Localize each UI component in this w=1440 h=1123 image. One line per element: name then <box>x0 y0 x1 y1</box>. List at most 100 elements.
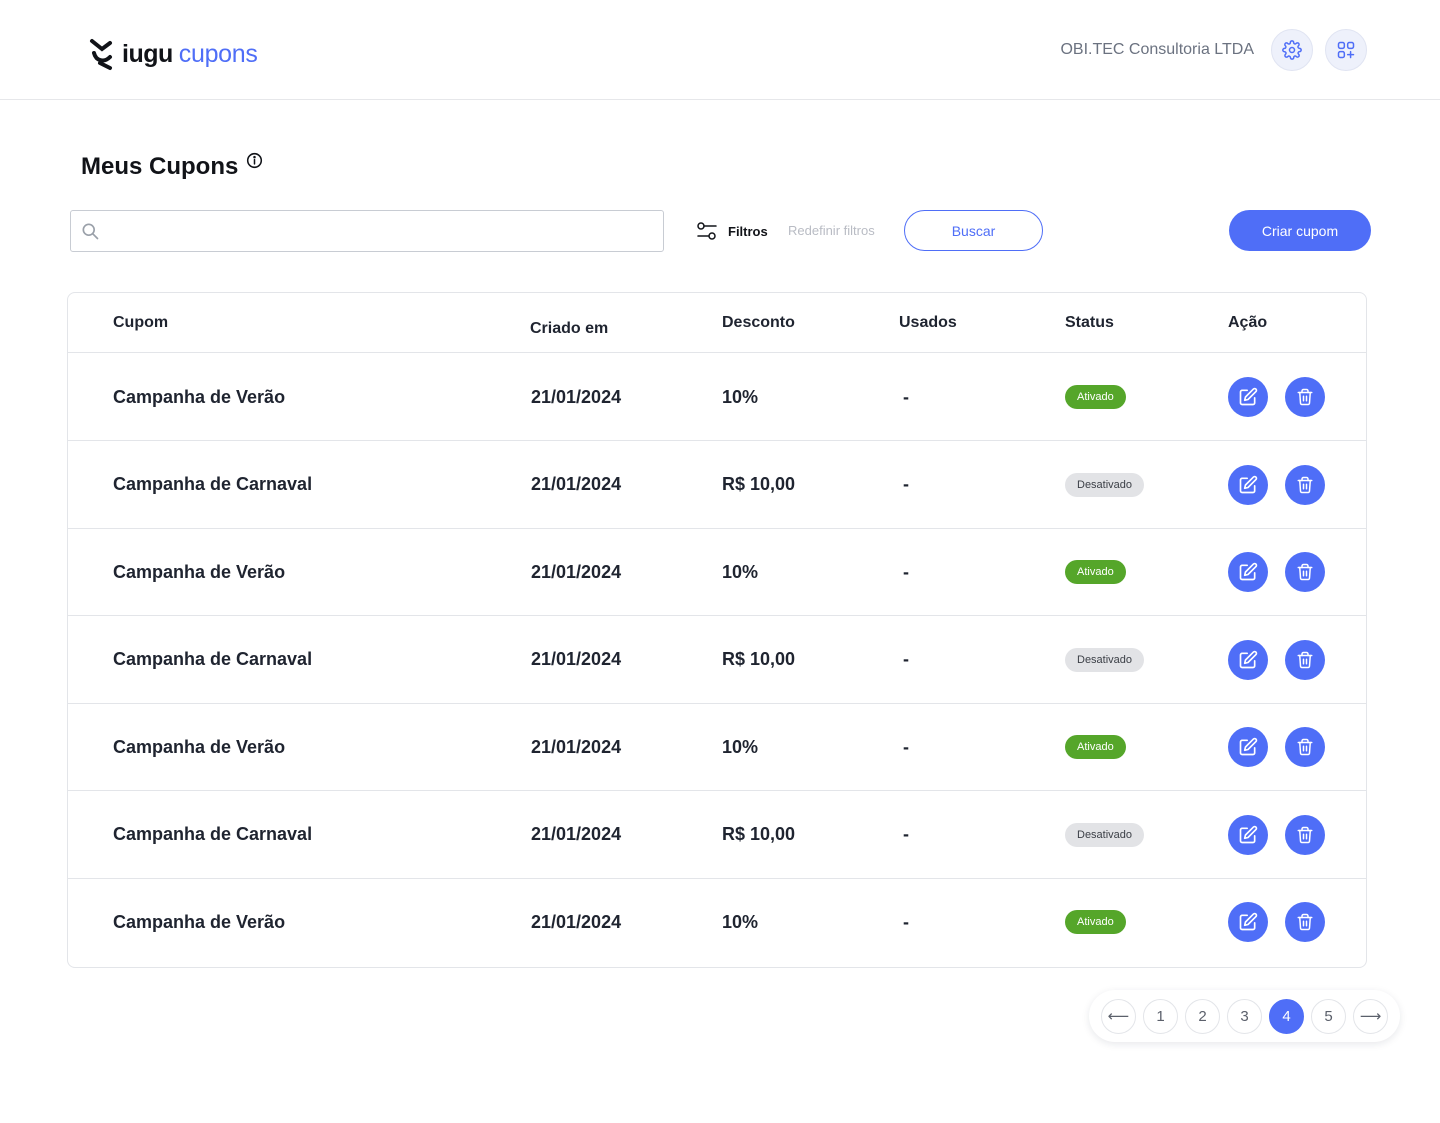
sliders-icon <box>697 222 717 240</box>
status-badge: Ativado <box>1065 385 1126 409</box>
iugu-logo-icon <box>90 39 112 70</box>
edit-button[interactable] <box>1228 464 1268 505</box>
page-button-3[interactable]: 3 <box>1227 998 1262 1034</box>
coupon-discount: 10% <box>722 386 759 407</box>
edit-icon <box>1239 650 1258 668</box>
status-badge: Desativado <box>1065 472 1145 497</box>
edit-icon <box>1239 387 1258 406</box>
status-cell: Desativado <box>1065 791 1145 879</box>
logo-text: iugu <box>122 39 173 68</box>
edit-button[interactable] <box>1228 727 1268 767</box>
table-row: Campanha de Verão 21/01/2024 10% - Ativado <box>68 528 1366 616</box>
edit-button[interactable] <box>1228 552 1268 592</box>
column-header-cupom: Cupom <box>113 314 169 331</box>
trash-icon <box>1297 913 1313 931</box>
actions-cell <box>1228 441 1342 529</box>
coupon-created-date: 21/01/2024 <box>531 824 622 844</box>
delete-button[interactable] <box>1285 377 1325 417</box>
edit-icon <box>1239 562 1258 581</box>
coupon-discount: R$ 10,00 <box>722 824 796 844</box>
search-box[interactable] <box>70 210 664 252</box>
column-header-criado-em: Criado em <box>530 320 609 337</box>
filters-label: Filtros <box>728 223 768 239</box>
column-header-usados: Usados <box>899 314 957 331</box>
settings-button[interactable] <box>1271 29 1313 71</box>
pagination: ⟵ 12345 ⟶ <box>1089 990 1400 1042</box>
coupon-name: Campanha de Verão <box>113 561 286 582</box>
edit-button[interactable] <box>1228 902 1268 942</box>
delete-button[interactable] <box>1285 902 1325 942</box>
delete-button[interactable] <box>1285 639 1325 680</box>
table-row: Campanha de Verão 21/01/2024 10% - Ativado <box>68 878 1366 966</box>
create-coupon-button[interactable]: Criar cupom <box>1229 210 1371 251</box>
trash-icon <box>1297 738 1313 756</box>
edit-button[interactable] <box>1228 639 1268 680</box>
coupon-discount: R$ 10,00 <box>722 649 796 669</box>
top-header: iugu cupons OBI.TEC Consultoria LTDA <box>0 0 1440 100</box>
table-row: Campanha de Verão 21/01/2024 10% - Ativado <box>68 353 1366 441</box>
edit-button[interactable] <box>1228 814 1268 855</box>
apps-button[interactable] <box>1325 29 1367 71</box>
prev-page-button[interactable]: ⟵ <box>1101 998 1136 1034</box>
search-button[interactable]: Buscar <box>904 210 1043 251</box>
actions-cell <box>1228 878 1342 966</box>
edit-icon <box>1239 737 1258 756</box>
coupon-used: - <box>903 649 909 669</box>
actions-cell <box>1228 528 1342 616</box>
logo[interactable]: iugu cupons <box>88 36 258 72</box>
page-button-1[interactable]: 1 <box>1143 998 1178 1034</box>
column-header-acao: Ação <box>1228 314 1268 331</box>
coupon-used: - <box>903 911 909 932</box>
coupon-name: Campanha de Verão <box>113 911 286 932</box>
page-button-2[interactable]: 2 <box>1185 998 1220 1034</box>
status-cell: Ativado <box>1065 878 1126 966</box>
status-cell: Desativado <box>1065 616 1145 704</box>
coupon-used: - <box>903 386 909 407</box>
page-title: Meus Cupons <box>81 152 263 181</box>
page-button-5[interactable]: 5 <box>1311 998 1346 1034</box>
status-cell: Desativado <box>1065 441 1145 529</box>
status-cell: Ativado <box>1065 353 1126 441</box>
actions-cell <box>1228 703 1342 791</box>
status-cell: Ativado <box>1065 528 1126 616</box>
coupon-used: - <box>903 474 909 494</box>
gear-icon <box>1282 40 1302 60</box>
status-badge: Desativado <box>1065 647 1145 672</box>
trash-icon <box>1297 563 1313 581</box>
delete-button[interactable] <box>1285 464 1325 505</box>
trash-icon <box>1297 826 1313 843</box>
table-row: Campanha de Carnaval 21/01/2024 R$ 10,00 - D… <box>68 791 1366 879</box>
column-header-status: Status <box>1065 314 1114 331</box>
coupon-created-date: 21/01/2024 <box>531 386 622 407</box>
actions-cell <box>1228 353 1342 441</box>
coupon-name: Campanha de Verão <box>113 736 286 757</box>
reset-filters-link[interactable]: Redefinir filtros <box>788 223 875 238</box>
trash-icon <box>1297 651 1313 668</box>
column-header-desconto: Desconto <box>722 314 795 331</box>
coupon-created-date: 21/01/2024 <box>531 561 622 582</box>
coupon-discount: R$ 10,00 <box>722 474 796 494</box>
page-list: 12345 <box>1143 998 1353 1034</box>
next-page-button[interactable]: ⟶ <box>1353 998 1388 1034</box>
edit-button[interactable] <box>1228 377 1268 417</box>
edit-icon <box>1239 475 1258 493</box>
delete-button[interactable] <box>1285 814 1325 855</box>
logo-product-text: cupons <box>178 39 258 68</box>
status-badge: Desativado <box>1065 822 1145 847</box>
page-title-text: Meus Cupons <box>81 153 239 180</box>
delete-button[interactable] <box>1285 552 1325 592</box>
delete-button[interactable] <box>1285 727 1325 767</box>
apps-add-icon <box>1337 41 1355 59</box>
filters-button[interactable]: Filtros <box>696 220 768 242</box>
table-header: Cupom Criado em Desconto Usados Status A… <box>68 293 1366 353</box>
coupon-created-date: 21/01/2024 <box>531 474 622 494</box>
search-input[interactable] <box>108 212 663 250</box>
table-row: Campanha de Verão 21/01/2024 10% - Ativado <box>68 703 1366 791</box>
status-badge: Ativado <box>1065 560 1126 584</box>
coupon-discount: 10% <box>722 561 759 582</box>
info-icon[interactable] <box>246 152 263 169</box>
actions-cell <box>1228 791 1342 879</box>
coupons-table: Cupom Criado em Desconto Usados Status A… <box>67 292 1367 968</box>
coupon-used: - <box>903 736 909 757</box>
page-button-4[interactable]: 4 <box>1269 998 1304 1034</box>
